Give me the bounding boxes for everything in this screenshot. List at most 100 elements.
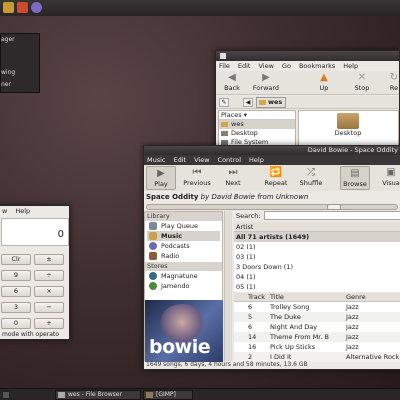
artist-row[interactable]: 03 (1) <box>234 252 400 262</box>
repeat-button[interactable]: 🔁 Repeat <box>261 166 291 190</box>
store-label: Magnatune <box>161 272 198 280</box>
menu-item-drawing[interactable]: wing <box>1 69 15 76</box>
digit-6-button[interactable]: 6 <box>1 286 31 297</box>
search-input[interactable] <box>264 211 400 220</box>
firefox-icon[interactable] <box>17 2 28 13</box>
back-button[interactable]: ◀ Back <box>216 72 248 94</box>
table-row[interactable]: 16 Pick Up Sticks Jazz <box>234 342 400 352</box>
song-title: Space Oddity <box>146 193 199 201</box>
menu-go[interactable]: Go <box>282 62 291 70</box>
store-item-magnatune[interactable]: Magnatune <box>147 271 220 281</box>
menu-item-manager[interactable]: ager <box>1 36 15 43</box>
task-label: [GIMP] <box>156 391 176 398</box>
artist-row[interactable]: 02 (1) <box>234 242 400 252</box>
divide-button[interactable]: ÷ <box>34 270 64 281</box>
up-button[interactable]: ▲ Up <box>308 72 340 94</box>
artist-row[interactable]: 05 (1) <box>234 282 400 292</box>
artist-row[interactable]: 04 (1) <box>234 272 400 282</box>
plus-button[interactable]: + <box>34 318 64 329</box>
browse-icon: ▤ <box>350 168 360 179</box>
menu-edit[interactable]: Edit <box>238 62 251 70</box>
menu-help[interactable]: Help <box>15 207 30 215</box>
table-row[interactable]: 5 The Duke Jazz <box>234 312 400 322</box>
file-browser-toolbar: ◀ Back ▶ Forward ▲ Up ✕ Stop ↻ Re <box>216 71 399 95</box>
menu-help[interactable]: Help <box>343 62 358 70</box>
library-item-music[interactable]: Music <box>147 231 220 241</box>
minus-button[interactable]: − <box>34 302 64 313</box>
browse-button[interactable]: ▤ Browse <box>340 166 370 190</box>
library-item-podcasts[interactable]: Podcasts <box>147 241 220 251</box>
applications-icon[interactable] <box>3 2 14 13</box>
edit-location-button[interactable]: ✎ <box>219 98 229 107</box>
seek-handle[interactable] <box>327 204 341 210</box>
bottom-panel: wes - File Browser [GIMP] <box>0 388 400 400</box>
library-pane: Library Play Queue Music Podcasts Radio … <box>144 211 223 362</box>
track-title: Trolley Song <box>270 303 310 311</box>
path-label: wes <box>268 98 283 106</box>
genre-column-header[interactable]: Genre <box>346 293 366 302</box>
place-item-home[interactable]: wes <box>219 120 295 129</box>
visualize-button[interactable]: ▣ Visua <box>376 166 400 190</box>
next-label: Next <box>225 179 241 187</box>
taskbar-gimp[interactable]: [GIMP] <box>143 390 193 400</box>
track-title: Theme From Mr. B <box>270 333 329 341</box>
path-left-button[interactable]: ◀ <box>243 98 253 107</box>
music-titlebar[interactable]: David Bowie - Space Oddity <box>144 146 400 155</box>
shuffle-icon: ⤮ <box>307 167 315 178</box>
menu-view[interactable]: View <box>194 156 209 164</box>
show-desktop-icon[interactable] <box>2 391 10 399</box>
menu-edit[interactable]: Edit <box>174 156 187 164</box>
title-column-header[interactable]: Title <box>270 293 284 302</box>
track-genre: Jazz <box>346 323 359 331</box>
menu-view[interactable]: w <box>2 207 7 215</box>
file-browser-task-icon <box>58 392 65 398</box>
stores-header: Stores <box>145 262 222 271</box>
menu-view[interactable]: View <box>258 62 273 70</box>
table-row[interactable]: 14 Theme From Mr. B Jazz <box>234 332 400 342</box>
stop-button[interactable]: ✕ Stop <box>346 72 378 94</box>
next-button[interactable]: ⏭ Next <box>218 166 248 190</box>
place-item-desktop[interactable]: Desktop <box>219 129 295 138</box>
menu-file[interactable]: File <box>219 62 230 70</box>
pidgin-icon[interactable] <box>31 2 42 13</box>
menu-item-scanner[interactable]: ner <box>1 81 11 88</box>
digit-9-button[interactable]: 9 <box>1 270 31 281</box>
track-column-header[interactable]: Track <box>248 293 265 302</box>
system-menu: ager wing ner <box>0 33 40 93</box>
table-row[interactable]: 6 Night And Day Jazz <box>234 322 400 332</box>
digit-3-button[interactable]: 3 <box>1 302 31 313</box>
forward-button[interactable]: ▶ Forward <box>250 72 282 94</box>
track-number: 5 <box>248 313 253 321</box>
forward-label: Forward <box>252 84 280 92</box>
digit-0-button[interactable]: 0 <box>1 318 31 329</box>
location-bar: ✎ ◀ wes <box>216 96 399 109</box>
library-item-radio[interactable]: Radio <box>147 251 220 261</box>
top-panel <box>0 0 400 16</box>
track-title: Pick Up Sticks <box>270 343 316 351</box>
menu-bookmarks[interactable]: Bookmarks <box>299 62 335 70</box>
previous-button[interactable]: ⏮ Previous <box>182 166 212 190</box>
multiply-button[interactable]: × <box>34 286 64 297</box>
seek-bar[interactable] <box>146 204 398 210</box>
menu-help[interactable]: Help <box>249 156 264 164</box>
play-button[interactable]: ▶ Play <box>146 166 176 190</box>
artist-row[interactable]: 3 Doors Down (1) <box>234 262 400 272</box>
library-item-play-queue[interactable]: Play Queue <box>147 221 220 231</box>
shuffle-button[interactable]: ⤮ Shuffle <box>296 166 326 190</box>
song-artist: David Bowie <box>211 193 255 201</box>
places-header[interactable]: Places ▾ <box>219 111 295 120</box>
plus-minus-button[interactable]: ± <box>34 254 64 265</box>
artist-column-header[interactable]: Artist <box>234 222 400 232</box>
menu-control[interactable]: Control <box>218 156 242 164</box>
path-button-home[interactable]: wes <box>256 97 287 108</box>
file-browser-window: File Edit View Go Bookmarks Help ◀ Back ▶ Forwa… <box>215 50 400 160</box>
library-label: Music <box>161 232 183 240</box>
menu-music[interactable]: Music <box>147 156 166 164</box>
reload-button[interactable]: ↻ Re <box>378 72 399 94</box>
store-item-jamendo[interactable]: Jamendo <box>147 281 220 291</box>
artist-row[interactable]: All 71 artists (1649) <box>234 232 400 242</box>
table-row[interactable]: 6 Trolley Song Jazz <box>234 302 400 312</box>
taskbar-file-browser[interactable]: wes - File Browser <box>55 390 141 400</box>
clear-button[interactable]: Clr <box>1 254 31 265</box>
pane-divider[interactable] <box>224 211 232 361</box>
